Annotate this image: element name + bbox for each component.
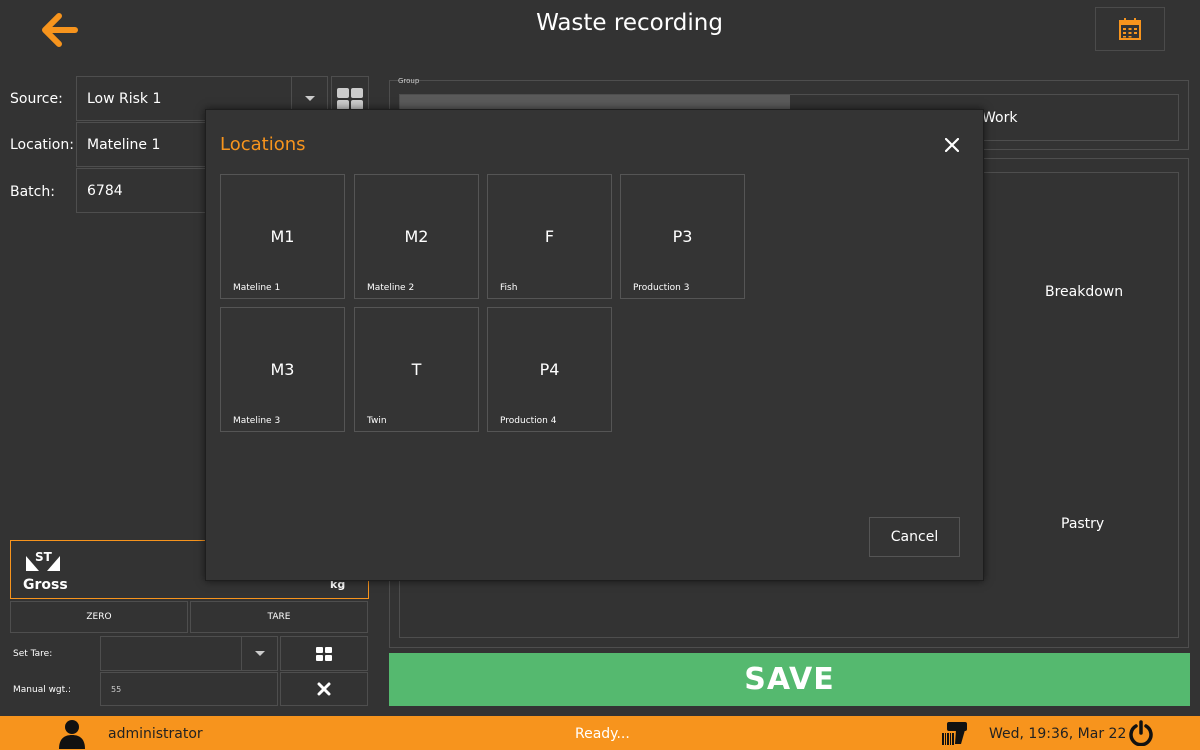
source-value: Low Risk 1 — [87, 90, 162, 107]
group-legend: Group — [398, 77, 420, 85]
status-text: Ready... — [575, 726, 630, 742]
location-name: Mateline 3 — [233, 416, 281, 426]
status-bar: administrator Ready... Wed, 19:36, Mar 2… — [0, 716, 1200, 750]
category-breakdown[interactable]: Breakdown — [1045, 284, 1123, 300]
location-name: Production 4 — [500, 416, 557, 426]
manual-weight-label: Manual wgt.: — [13, 685, 72, 695]
location-tile-t[interactable]: T Twin — [354, 307, 479, 432]
batch-value: 6784 — [87, 182, 123, 199]
cancel-button[interactable]: Cancel — [869, 517, 960, 557]
category-pastry[interactable]: Pastry — [1061, 516, 1104, 532]
location-code: M2 — [404, 227, 429, 246]
location-tile-m3[interactable]: M3 Mateline 3 — [220, 307, 345, 432]
location-name: Fish — [500, 283, 518, 293]
location-tile-m1[interactable]: M1 Mateline 1 — [220, 174, 345, 299]
grid-icon — [316, 646, 332, 661]
close-icon — [317, 682, 331, 696]
location-label: Location: — [10, 137, 74, 153]
location-tile-p3[interactable]: P3 Production 3 — [620, 174, 745, 299]
location-code: F — [544, 227, 555, 246]
group-partial-label: Work — [982, 110, 1018, 126]
save-button[interactable]: SAVE — [389, 653, 1190, 706]
calendar-icon — [1119, 18, 1141, 40]
stability-label: ST — [35, 550, 52, 564]
location-name: Production 3 — [633, 283, 690, 293]
tare-button[interactable]: TARE — [190, 601, 368, 633]
user-name: administrator — [108, 726, 203, 742]
manual-weight-value: 55 — [111, 684, 122, 694]
scanner-icon — [942, 722, 967, 745]
location-tile-m2[interactable]: M2 Mateline 2 — [354, 174, 479, 299]
location-code: M3 — [270, 360, 295, 379]
location-tile-f[interactable]: F Fish — [487, 174, 612, 299]
location-code: P4 — [539, 360, 560, 379]
close-icon — [945, 138, 959, 152]
source-label: Source: — [10, 91, 63, 107]
group-progress-bar — [400, 95, 790, 109]
chevron-down-icon[interactable] — [241, 637, 277, 670]
location-code: M1 — [270, 227, 295, 246]
grid-icon — [337, 87, 363, 110]
calendar-button[interactable] — [1095, 7, 1165, 51]
location-name: Mateline 2 — [367, 283, 415, 293]
user-icon — [59, 720, 85, 749]
power-icon[interactable] — [1128, 720, 1154, 746]
location-name: Mateline 1 — [233, 283, 281, 293]
tare-grid-button[interactable] — [280, 636, 368, 671]
dialog-title: Locations — [220, 134, 306, 155]
location-name: Twin — [367, 416, 387, 426]
location-code: T — [411, 360, 422, 379]
location-tile-p4[interactable]: P4 Production 4 — [487, 307, 612, 432]
location-value: Mateline 1 — [87, 136, 161, 153]
location-code: P3 — [672, 227, 693, 246]
page-title: Waste recording — [536, 10, 723, 36]
datetime: Wed, 19:36, Mar 22 — [989, 726, 1127, 742]
manual-weight-input[interactable]: 55 — [100, 672, 278, 706]
close-button[interactable] — [941, 134, 963, 156]
clear-button[interactable] — [280, 672, 368, 706]
weight-mode: Gross — [23, 577, 68, 593]
set-tare-label: Set Tare: — [13, 649, 53, 659]
locations-dialog: Locations M1 Mateline 1 M2 Mateline 2 F … — [205, 109, 984, 581]
batch-label: Batch: — [10, 184, 55, 200]
zero-button[interactable]: ZERO — [10, 601, 188, 633]
set-tare-select[interactable] — [100, 636, 278, 671]
